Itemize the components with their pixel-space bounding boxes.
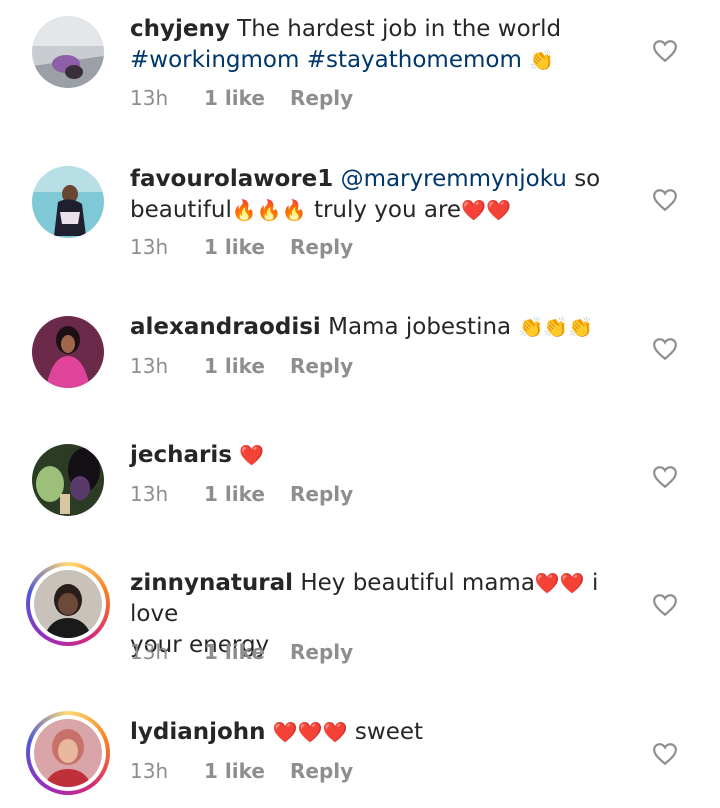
comment-body: alexandraodisi Mama jobestina 👏👏👏 (130, 312, 630, 343)
avatar (34, 719, 102, 787)
comments-list: chyjeny The hardest job in the world #wo… (0, 0, 720, 808)
timestamp: 13h (130, 640, 169, 664)
reply-button[interactable]: Reply (290, 235, 353, 259)
comment-text: Hey beautiful mama (300, 570, 535, 596)
comment-text: Mama jobestina (328, 314, 512, 340)
heart-emoji: ❤️ (239, 443, 265, 467)
clapping-hands-emoji: 👏 (529, 48, 555, 72)
avatar[interactable] (32, 166, 104, 238)
like-count[interactable]: 1 like (204, 640, 290, 664)
heart-outline-icon[interactable] (652, 337, 678, 361)
comment-meta: 13h 1 like Reply (130, 354, 353, 378)
comment-text: sweet (354, 719, 424, 745)
mention-link[interactable]: @maryremmynjoku (341, 166, 567, 192)
avatar-story-ring[interactable] (26, 562, 110, 646)
avatar-ring-gap (30, 566, 106, 642)
heart-outline-icon[interactable] (652, 742, 678, 766)
comment-body: favourolawore1 @maryremmynjoku so beauti… (130, 164, 630, 226)
comment-text: beautiful (130, 197, 232, 223)
reply-button[interactable]: Reply (290, 640, 353, 664)
comment-meta: 13h 1 like Reply (130, 482, 353, 506)
comment-meta: 13h 1 like Reply (130, 759, 353, 783)
username[interactable]: favourolawore1 (130, 166, 333, 192)
comment-text: so (574, 166, 601, 192)
heart-outline-icon[interactable] (652, 593, 678, 617)
avatar[interactable] (32, 444, 104, 516)
comment-body: jecharis ❤️ (130, 440, 630, 471)
reply-button[interactable]: Reply (290, 482, 353, 506)
timestamp: 13h (130, 759, 169, 783)
reply-button[interactable]: Reply (290, 86, 353, 110)
comment-meta: 13h 1 like Reply (130, 86, 353, 110)
avatar-ring-gap (30, 715, 106, 791)
comment-body: lydianjohn ❤️❤️❤️ sweet (130, 717, 630, 748)
heart-outline-icon[interactable] (652, 39, 678, 63)
reply-button[interactable]: Reply (290, 759, 353, 783)
like-count[interactable]: 1 like (204, 354, 290, 378)
avatar (34, 570, 102, 638)
timestamp: 13h (130, 86, 169, 110)
reply-button[interactable]: Reply (290, 354, 353, 378)
heart-emoji: ❤️❤️ (461, 198, 511, 222)
username[interactable]: jecharis (130, 442, 232, 468)
like-count[interactable]: 1 like (204, 235, 290, 259)
heart-emoji: ❤️❤️❤️ (272, 720, 348, 744)
like-count[interactable]: 1 like (204, 86, 290, 110)
comment-text: The hardest job in the world (237, 16, 562, 42)
comment-meta: 13h 1 like Reply (130, 235, 353, 259)
username[interactable]: alexandraodisi (130, 314, 321, 340)
avatar[interactable] (32, 16, 104, 88)
like-count[interactable]: 1 like (204, 482, 290, 506)
avatar[interactable] (32, 316, 104, 388)
username[interactable]: zinnynatural (130, 570, 293, 596)
clapping-hands-emoji: 👏👏👏 (518, 315, 594, 339)
username[interactable]: chyjeny (130, 16, 230, 42)
comment-body: chyjeny The hardest job in the world #wo… (130, 14, 630, 76)
comment-text: truly you are (313, 197, 462, 223)
heart-emoji: ❤️❤️ (534, 571, 585, 595)
like-count[interactable]: 1 like (204, 759, 290, 783)
heart-outline-icon[interactable] (652, 188, 678, 212)
heart-outline-icon[interactable] (652, 465, 678, 489)
timestamp: 13h (130, 354, 169, 378)
timestamp: 13h (130, 235, 169, 259)
timestamp: 13h (130, 482, 169, 506)
comment-meta: 13h 1 like Reply (130, 640, 353, 664)
fire-emoji: 🔥🔥🔥 (231, 198, 307, 222)
username[interactable]: lydianjohn (130, 719, 266, 745)
hashtags[interactable]: #workingmom #stayathomemom (130, 47, 522, 73)
avatar-story-ring[interactable] (26, 711, 110, 795)
